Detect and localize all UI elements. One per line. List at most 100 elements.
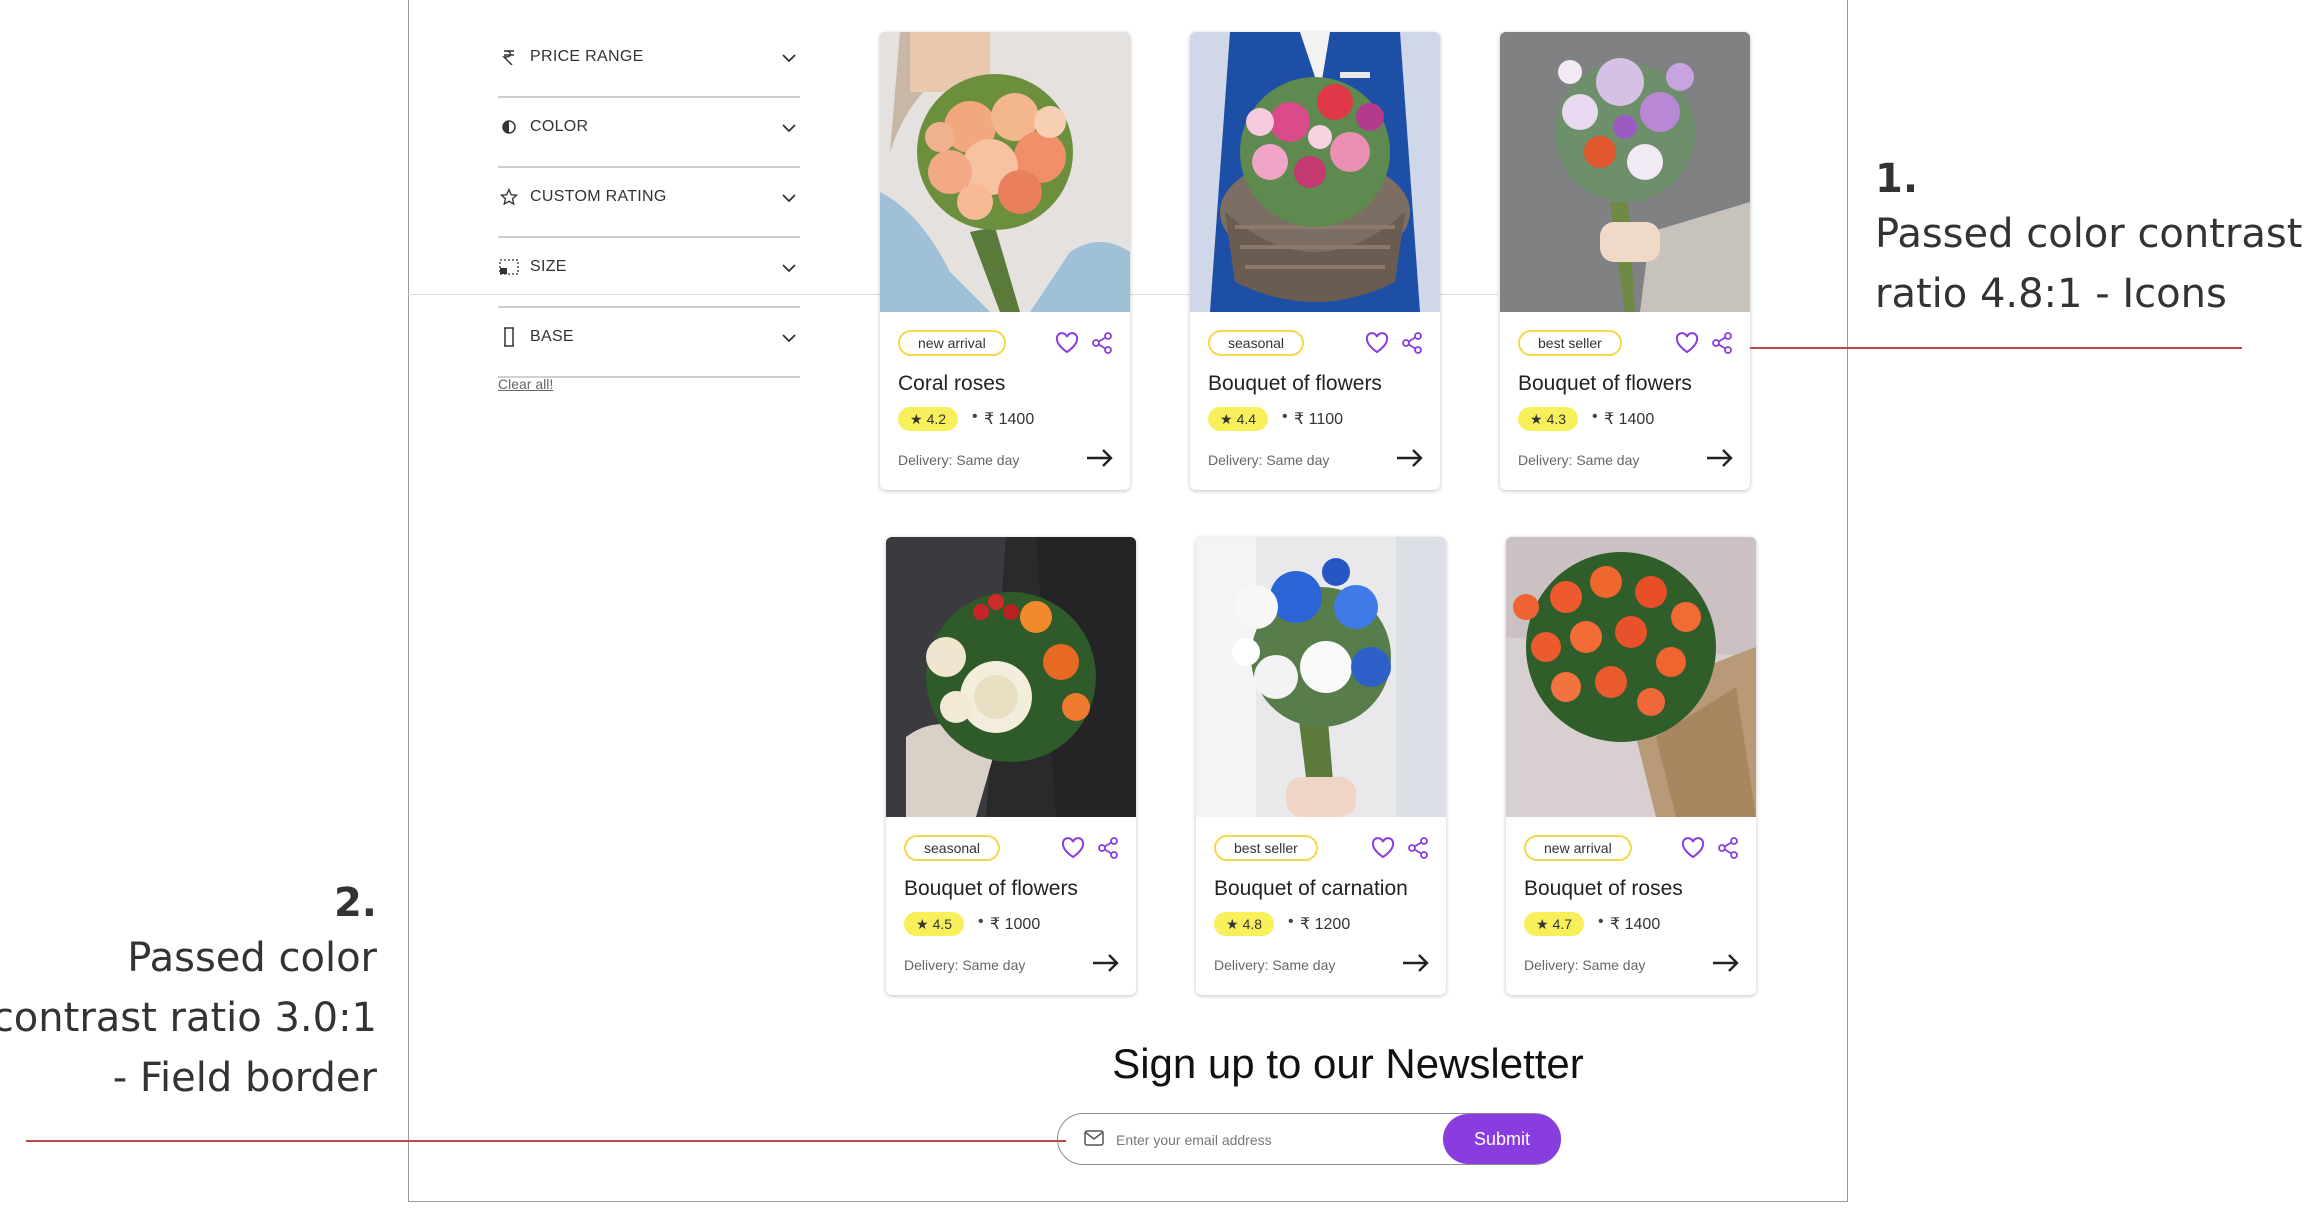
rating-value: 4.4: [1236, 411, 1257, 427]
separator-dot: •: [1592, 408, 1598, 425]
delivery-info: Delivery: Same day: [1518, 452, 1640, 468]
chevron-down-icon: [782, 120, 796, 138]
delivery-info: Delivery: Same day: [1214, 957, 1336, 973]
arrow-right-icon[interactable]: [1396, 448, 1424, 473]
share-icon[interactable]: [1091, 332, 1113, 359]
share-icon[interactable]: [1711, 332, 1733, 359]
delivery-info: Delivery: Same day: [1524, 957, 1646, 973]
chevron-down-icon: [782, 190, 796, 208]
filter-color[interactable]: COLOR: [498, 98, 800, 168]
filter-label: PRICE RANGE: [530, 48, 644, 65]
chevron-down-icon: [782, 260, 796, 278]
annotation-number: 2.: [333, 880, 377, 926]
rating-badge: ★ 4.4: [1208, 407, 1269, 431]
filter-custom-rating[interactable]: CUSTOM RATING: [498, 168, 800, 238]
product-photo: [880, 32, 1130, 312]
separator-dot: •: [1282, 408, 1288, 425]
arrow-right-icon[interactable]: [1086, 448, 1114, 473]
arrow-right-icon[interactable]: [1402, 953, 1430, 978]
filter-base[interactable]: BASE: [498, 308, 800, 378]
product-photo: [886, 537, 1136, 817]
rating-value: 4.7: [1552, 916, 1573, 932]
product-card[interactable]: best seller Bouquet of flowers ★ 4.3 • ₹ …: [1500, 32, 1750, 490]
product-name: Bouquet of roses: [1524, 877, 1683, 900]
arrow-right-icon[interactable]: [1092, 953, 1120, 978]
vase-base-icon: [498, 326, 520, 348]
rating-value: 4.5: [932, 916, 953, 932]
annotation-icons: 1. Passed color contrast ratio 4.8:1 - I…: [1875, 156, 2305, 324]
product-card[interactable]: seasonal Bouquet of flowers ★ 4.4 • ₹ 110…: [1190, 32, 1440, 490]
clear-all-link[interactable]: Clear all!: [498, 376, 553, 392]
share-icon[interactable]: [1717, 837, 1739, 864]
share-icon[interactable]: [1407, 837, 1429, 864]
product-price: ₹ 1100: [1294, 411, 1344, 428]
product-tag: new arrival: [898, 330, 1006, 356]
rupee-icon: [498, 46, 520, 68]
share-icon[interactable]: [1401, 332, 1423, 359]
filter-price-range[interactable]: PRICE RANGE: [498, 28, 800, 98]
heart-icon[interactable]: [1675, 332, 1699, 359]
heart-icon[interactable]: [1055, 332, 1079, 359]
heart-icon[interactable]: [1681, 837, 1705, 864]
filter-label: COLOR: [530, 118, 589, 135]
annotation-pointer-line: [1750, 347, 2242, 349]
star-icon: ★: [1220, 410, 1233, 427]
star-icon: ★: [1226, 915, 1239, 932]
product-tag: new arrival: [1524, 835, 1632, 861]
product-price: ₹ 1200: [1300, 916, 1351, 933]
rating-badge: ★ 4.7: [1524, 912, 1585, 936]
product-tag: best seller: [1214, 835, 1318, 861]
star-icon: ★: [916, 915, 929, 932]
newsletter-title: Sign up to our Newsletter: [1112, 1040, 1584, 1087]
product-name: Bouquet of flowers: [1208, 372, 1382, 395]
rating-value: 4.3: [1546, 411, 1567, 427]
rating-badge: ★ 4.2: [898, 407, 959, 431]
size-frame-icon: [498, 256, 520, 278]
separator-dot: •: [978, 913, 984, 930]
product-card[interactable]: best seller Bouquet of carnation ★ 4.8 • …: [1196, 537, 1446, 995]
separator-dot: •: [1598, 913, 1604, 930]
product-price: ₹ 1400: [1610, 916, 1661, 933]
heart-icon[interactable]: [1061, 837, 1085, 864]
filter-label: SIZE: [530, 258, 567, 275]
filter-size[interactable]: SIZE: [498, 238, 800, 308]
annotation-pointer-line: [26, 1140, 1066, 1142]
annotation-number: 1.: [1875, 156, 1919, 202]
product-photo: [1190, 32, 1440, 312]
product-photo: [1500, 32, 1750, 312]
filter-panel: PRICE RANGE COLOR CUSTOM RATING SIZE BAS…: [498, 28, 800, 378]
product-photo: [1196, 537, 1446, 817]
rating-value: 4.2: [926, 411, 947, 427]
arrow-right-icon[interactable]: [1712, 953, 1740, 978]
product-photo: [1506, 537, 1756, 817]
chevron-down-icon: [782, 50, 796, 68]
product-card[interactable]: new arrival Coral roses ★ 4.2 • ₹ 1400 De…: [880, 32, 1130, 490]
separator-dot: •: [972, 408, 978, 425]
chevron-down-icon: [782, 330, 796, 348]
rating-badge: ★ 4.3: [1518, 407, 1579, 431]
delivery-info: Delivery: Same day: [904, 957, 1026, 973]
delivery-info: Delivery: Same day: [898, 452, 1020, 468]
mail-icon: [1084, 1130, 1104, 1151]
product-tag: seasonal: [1208, 330, 1305, 356]
delivery-info: Delivery: Same day: [1208, 452, 1330, 468]
product-price: ₹ 1400: [984, 411, 1035, 428]
share-icon[interactable]: [1097, 837, 1119, 864]
heart-icon[interactable]: [1365, 332, 1389, 359]
product-tag: best seller: [1518, 330, 1622, 356]
rating-badge: ★ 4.8: [1214, 912, 1275, 936]
email-input[interactable]: [1114, 1126, 1438, 1154]
annotation-text: Passed color contrast ratio 3.0:1 - Fiel…: [0, 935, 377, 1101]
rating-badge: ★ 4.5: [904, 912, 965, 936]
star-outline-icon: [498, 186, 520, 208]
star-icon: ★: [910, 410, 923, 427]
arrow-right-icon[interactable]: [1706, 448, 1734, 473]
heart-icon[interactable]: [1371, 837, 1395, 864]
filter-label: CUSTOM RATING: [530, 188, 667, 205]
product-card[interactable]: seasonal Bouquet of flowers ★ 4.5 • ₹ 100…: [886, 537, 1136, 995]
product-card[interactable]: new arrival Bouquet of roses ★ 4.7 • ₹ 14…: [1506, 537, 1756, 995]
filter-label: BASE: [530, 328, 574, 345]
submit-button[interactable]: Submit: [1443, 1114, 1561, 1164]
annotation-text: Passed color contrast ratio 4.8:1 - Icon…: [1875, 211, 2303, 317]
color-contrast-icon: [498, 116, 520, 138]
